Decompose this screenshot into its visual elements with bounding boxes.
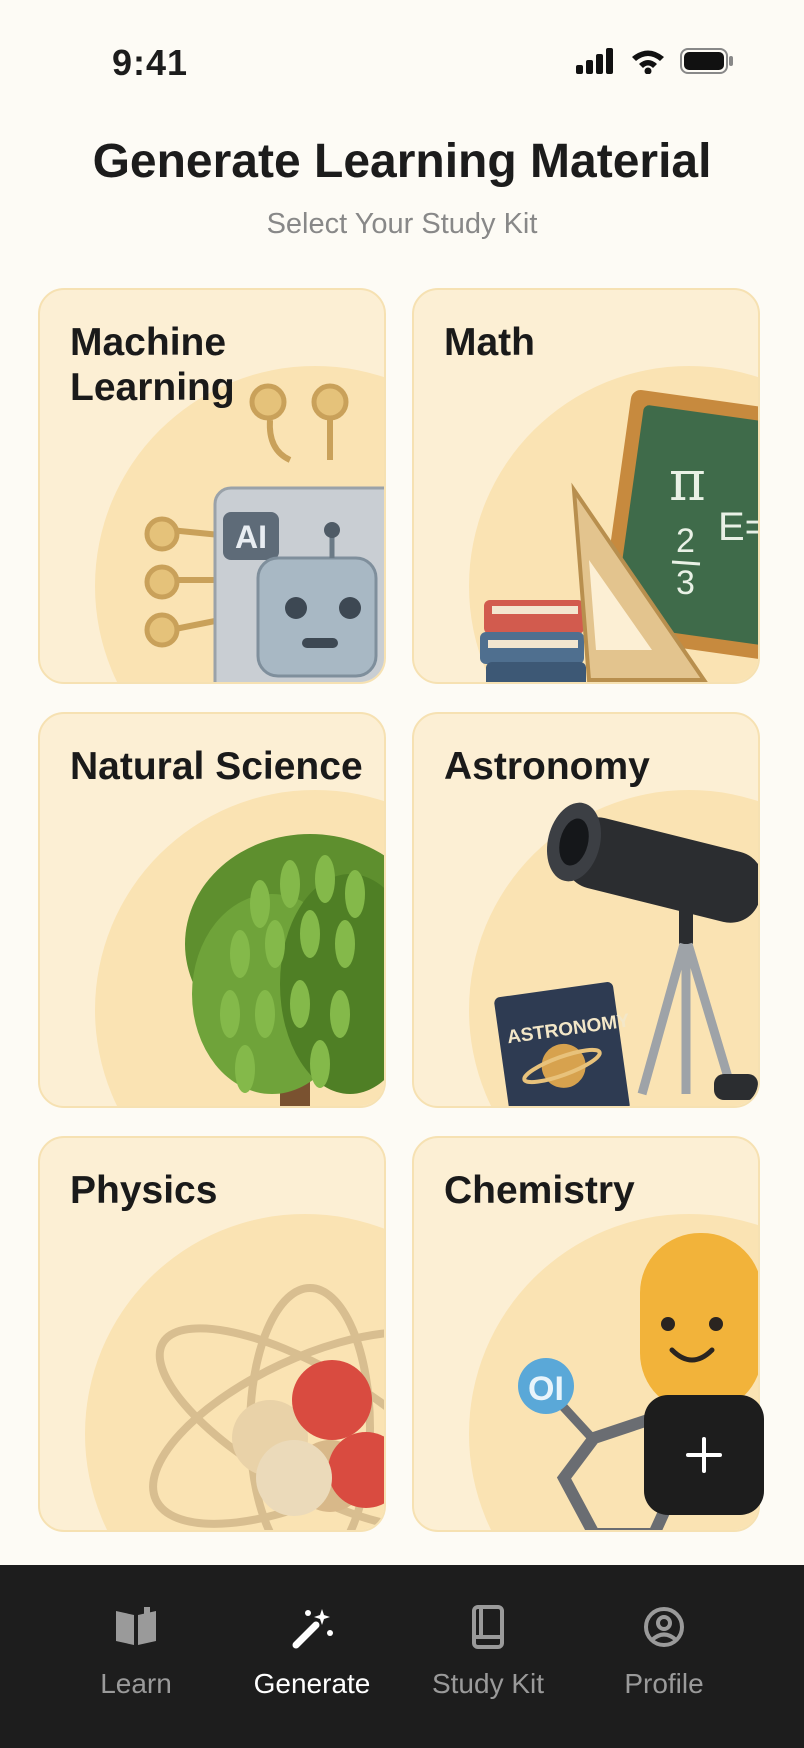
cellular-signal-icon [576,48,613,74]
status-icons [576,48,734,74]
element-label: OI [528,1370,564,1408]
book-icon [472,1605,504,1649]
tab-study-kit[interactable]: Study Kit [400,1605,576,1700]
kit-card-astronomy[interactable]: Astronomy ASTRONOMY [412,712,760,1108]
tab-label: Profile [624,1668,704,1699]
equation-text: E= [718,505,760,549]
kit-label: Machine Learning [70,321,235,409]
plus-icon [686,1437,722,1473]
pi-symbol: π [669,449,706,514]
battery-icon [680,48,733,74]
open-book-icon [116,1607,156,1645]
tab-profile[interactable]: Profile [576,1605,752,1700]
tab-learn[interactable]: Learn [48,1605,224,1700]
tab-label: Study Kit [431,1668,545,1699]
page-title: Generate Learning Material [92,135,712,188]
fraction-numerator: 2 [676,522,695,560]
status-time: 9:41 [112,42,189,83]
wifi-icon [632,50,664,74]
kit-label: Chemistry [444,1169,635,1212]
kit-label: Physics [70,1169,218,1212]
status-bar: 9:41 [0,0,804,120]
kit-label: Math [444,321,535,364]
kit-label: Astronomy [444,745,650,788]
kit-card-math[interactable]: Math π 2 3 E= [412,288,760,684]
fraction-denominator: 3 [676,564,695,602]
ai-chip-label: AI [235,519,267,555]
user-circle-icon [644,1607,684,1647]
kit-label: Natural Science [70,745,363,788]
add-button[interactable] [644,1395,764,1515]
kit-card-machine-learning[interactable]: Machine Learning AI [38,288,386,684]
kit-card-natural-science[interactable]: Natural Science [38,712,386,1108]
magic-wand-icon [292,1609,333,1649]
bottom-tab-bar: Learn Generate Study Kit Profile [0,1565,804,1748]
tab-label: Generate [253,1668,371,1699]
page-subtitle: Select Your Study Kit [266,208,538,240]
tab-label: Learn [100,1668,172,1699]
tab-generate[interactable]: Generate [224,1605,400,1700]
kit-card-physics[interactable]: Physics [38,1136,386,1532]
